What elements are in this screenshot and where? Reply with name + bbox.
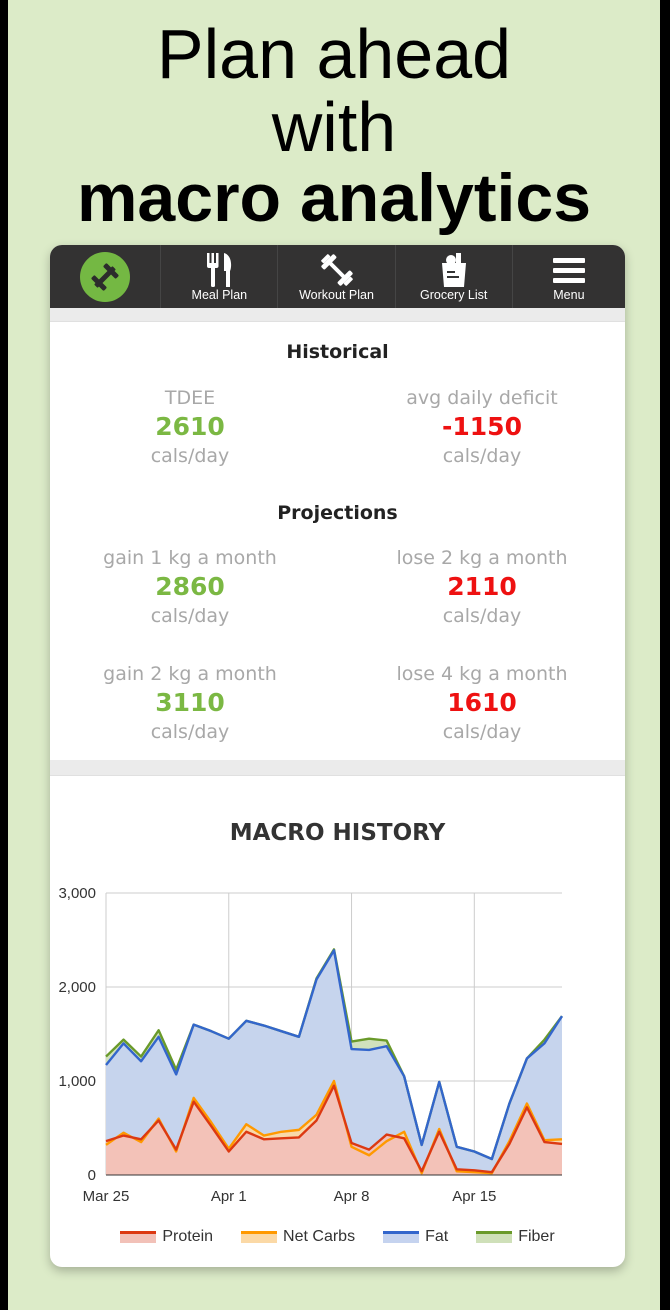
legend-item-fiber[interactable]: Fiber xyxy=(476,1228,555,1246)
projection-unit: cals/day xyxy=(442,721,522,743)
y-tick-label: 1,000 xyxy=(58,1073,96,1090)
nav-grocery-list[interactable]: Grocery List xyxy=(396,245,513,308)
tdee-unit: cals/day xyxy=(150,445,230,467)
headline-line-1: Plan ahead xyxy=(156,15,512,93)
legend-label: Protein xyxy=(162,1228,214,1245)
legend-item-fat[interactable]: Fat xyxy=(383,1228,448,1246)
projection-label: gain 1 kg a month xyxy=(103,547,277,569)
projection-value: 3110 xyxy=(155,688,225,717)
nav-workout-plan-label: Workout Plan xyxy=(299,288,374,302)
projection-unit: cals/day xyxy=(150,721,230,743)
legend-label: Fat xyxy=(425,1228,449,1245)
legend-item-protein[interactable]: Protein xyxy=(120,1228,213,1246)
tdee-label: TDEE xyxy=(164,387,216,409)
x-tick-label: Apr 8 xyxy=(334,1188,370,1205)
y-tick-label: 0 xyxy=(88,1167,96,1184)
deficit-stat: avg daily deficit -1150 cals/day xyxy=(337,384,625,470)
section-divider xyxy=(50,308,625,322)
nav-workout-plan[interactable]: Workout Plan xyxy=(278,245,396,308)
legend-swatch xyxy=(241,1231,278,1243)
projection-gain-2kg: gain 2 kg a month 3110 cals/day xyxy=(50,660,335,746)
projection-value: 1610 xyxy=(447,688,517,717)
chart-legend: Protein Net Carbs Fat Fiber xyxy=(50,1228,625,1246)
chart-title: MACRO HISTORY xyxy=(229,820,446,846)
logo-icon xyxy=(80,251,131,302)
home-logo[interactable] xyxy=(50,245,162,308)
y-tick-label: 2,000 xyxy=(58,979,96,996)
projection-unit: cals/day xyxy=(442,605,522,627)
projection-value: 2860 xyxy=(155,572,225,601)
deficit-value: -1150 xyxy=(442,412,522,441)
headline-line-3: macro analytics xyxy=(76,160,592,236)
headline-line-2: with xyxy=(271,88,397,166)
y-tick-label: 3,000 xyxy=(58,885,96,902)
legend-swatch xyxy=(120,1231,157,1243)
deficit-unit: cals/day xyxy=(442,445,522,467)
nav-menu-label: Menu xyxy=(553,288,585,302)
projection-value: 2110 xyxy=(447,572,517,601)
x-tick-label: Apr 15 xyxy=(452,1188,496,1205)
projection-lose-2kg: lose 2 kg a month 2110 cals/day xyxy=(337,544,625,630)
nav-grocery-list-label: Grocery List xyxy=(420,288,488,302)
projection-label: lose 2 kg a month xyxy=(396,547,568,569)
projections-title: Projections xyxy=(277,502,398,524)
x-tick-label: Apr 1 xyxy=(211,1188,247,1205)
legend-swatch xyxy=(383,1231,420,1243)
projection-gain-1kg: gain 1 kg a month 2860 cals/day xyxy=(50,544,335,630)
historical-title: Historical xyxy=(286,341,389,363)
legend-swatch xyxy=(476,1231,513,1243)
grocery-bag-icon xyxy=(396,253,512,287)
legend-item-net-carbs[interactable]: Net Carbs xyxy=(241,1228,355,1246)
app-card: Meal Plan Workout Plan Grocery List Menu… xyxy=(50,245,625,1267)
nav-meal-plan[interactable]: Meal Plan xyxy=(161,245,279,308)
hamburger-icon xyxy=(513,258,625,284)
nav-menu[interactable]: Menu xyxy=(513,245,625,308)
fork-knife-icon xyxy=(161,253,277,287)
nav-meal-plan-label: Meal Plan xyxy=(191,288,248,302)
dumbbell-icon xyxy=(278,253,394,287)
deficit-label: avg daily deficit xyxy=(406,387,558,409)
projection-lose-4kg: lose 4 kg a month 1610 cals/day xyxy=(337,660,625,746)
x-tick-label: Mar 25 xyxy=(83,1188,130,1205)
projection-unit: cals/day xyxy=(150,605,230,627)
legend-label: Net Carbs xyxy=(283,1228,356,1245)
legend-label: Fiber xyxy=(518,1228,555,1245)
section-divider xyxy=(50,760,625,776)
top-nav-bar: Meal Plan Workout Plan Grocery List Menu xyxy=(50,245,625,308)
macro-history-chart: 0 1,000 2,000 3,000 Mar 25 Apr 1 Apr 8 Apr 15 xyxy=(58,885,564,1205)
projection-label: lose 4 kg a month xyxy=(396,663,568,685)
tdee-stat: TDEE 2610 cals/day xyxy=(50,384,335,470)
projection-label: gain 2 kg a month xyxy=(103,663,277,685)
tdee-value: 2610 xyxy=(155,412,225,441)
